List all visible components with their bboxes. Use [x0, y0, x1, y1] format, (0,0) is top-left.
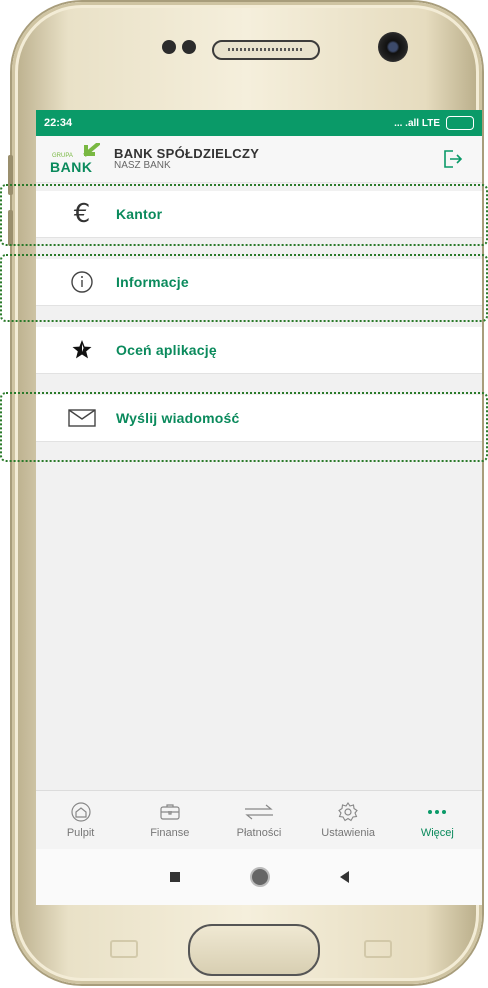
app-header: GRUPA BANK BANK SPÓŁDZIELCZY NASZ BANK [36, 136, 482, 183]
android-navigation-bar [36, 849, 482, 905]
home-circle-icon[interactable] [249, 867, 270, 887]
logo-arrow-icon [83, 143, 100, 157]
back-triangle-icon[interactable] [339, 871, 349, 883]
nav-item-ustawienia[interactable]: Ustawienia [308, 801, 388, 839]
nav-item-finanse[interactable]: Finanse [130, 801, 210, 839]
nav-item-wiecej[interactable]: Więcej [397, 801, 477, 839]
transfer-icon [243, 801, 275, 823]
wallet-icon [159, 801, 181, 823]
bank-name: BANK SPÓŁDZIELCZY [114, 145, 260, 161]
nav-label: Finanse [150, 827, 190, 839]
status-icons: ... .all LTE [394, 116, 474, 130]
highlight-frame-send-message [0, 392, 488, 462]
highlight-frame-informacje [0, 254, 488, 322]
signal-indicator: ... .all LTE [394, 117, 440, 129]
battery-icon [446, 116, 474, 130]
recent-apps-icon[interactable] [169, 872, 180, 882]
status-time: 22:34 [44, 117, 73, 129]
bank-logo: GRUPA BANK [50, 143, 106, 175]
bank-title: BANK SPÓŁDZIELCZY NASZ BANK [114, 147, 259, 172]
home-icon [70, 801, 92, 823]
gear-icon [337, 801, 359, 823]
nav-item-platnosci[interactable]: Płatności [219, 801, 299, 839]
menu-item-rate-app[interactable]: Oceń aplikację [36, 327, 482, 373]
bottom-navigation: Pulpit Finanse Płatności Ustawienia Więc… [36, 790, 482, 849]
back-softkey-icon [364, 940, 392, 958]
highlight-frame-kantor [0, 184, 488, 246]
nav-item-pulpit[interactable]: Pulpit [41, 801, 121, 839]
menu-item-label: Oceń aplikację [116, 342, 217, 358]
star-icon [64, 337, 100, 363]
nav-label: Płatności [236, 827, 282, 839]
status-bar: 22:34 ... .all LTE [36, 110, 482, 136]
nav-label: Ustawienia [321, 827, 376, 839]
nav-label: Więcej [420, 827, 454, 839]
recent-softkey-icon [110, 940, 138, 958]
sensor-icon [182, 40, 196, 54]
sensor-icon [162, 40, 176, 54]
home-button[interactable] [188, 924, 320, 976]
logo-word: BANK [50, 159, 93, 175]
logout-icon[interactable] [442, 148, 464, 170]
more-dots-icon [426, 801, 448, 823]
bank-subtitle: NASZ BANK [114, 159, 171, 171]
speaker-grille [212, 40, 320, 60]
nav-label: Pulpit [66, 827, 95, 839]
front-camera-icon [378, 32, 408, 62]
